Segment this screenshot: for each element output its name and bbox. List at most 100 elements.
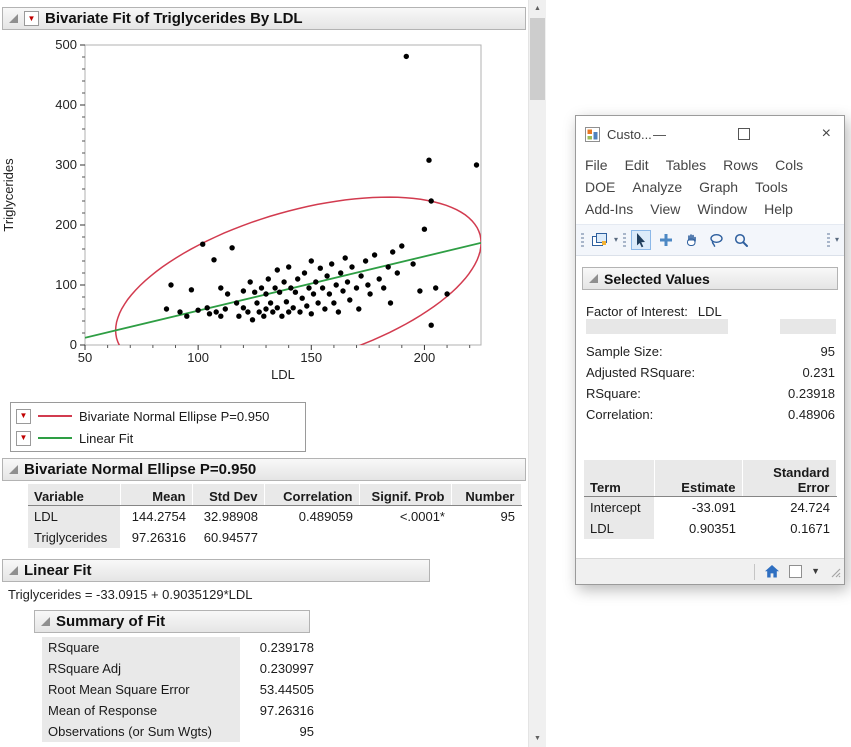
data-point[interactable]	[272, 285, 277, 290]
checkbox[interactable]	[789, 565, 802, 578]
window-title-bar[interactable]: Custo... — ×	[576, 116, 844, 152]
data-point[interactable]	[417, 288, 422, 293]
data-point[interactable]	[189, 287, 194, 292]
lasso-tool-icon[interactable]	[706, 230, 726, 250]
menu-item-analyze[interactable]: Analyze	[632, 176, 682, 198]
menu-item-graph[interactable]: Graph	[699, 176, 738, 198]
data-point[interactable]	[211, 257, 216, 262]
data-point[interactable]	[302, 270, 307, 275]
table-row[interactable]: Triglycerides 97.26316 60.94577	[28, 527, 521, 548]
home-icon[interactable]	[764, 564, 780, 579]
data-point[interactable]	[474, 162, 479, 167]
scroll-down-button[interactable]: ▼	[529, 730, 546, 747]
table-row[interactable]: LDL 144.2754 32.98908 0.489059 <.0001* 9…	[28, 506, 521, 528]
table-row[interactable]: RSquare Adj 0.230997	[42, 658, 320, 679]
hand-tool-icon[interactable]	[681, 230, 701, 250]
data-point[interactable]	[363, 258, 368, 263]
data-point[interactable]	[300, 296, 305, 301]
data-point[interactable]	[354, 285, 359, 290]
table-row[interactable]: LDL 0.90351 0.1671	[584, 518, 836, 539]
data-point[interactable]	[241, 288, 246, 293]
data-point[interactable]	[257, 309, 262, 314]
data-point[interactable]	[184, 314, 189, 319]
data-point[interactable]	[395, 270, 400, 275]
scrollbar-thumb[interactable]	[530, 18, 545, 100]
data-point[interactable]	[225, 291, 230, 296]
data-point[interactable]	[284, 299, 289, 304]
data-point[interactable]	[250, 317, 255, 322]
data-point[interactable]	[218, 285, 223, 290]
data-point[interactable]	[404, 54, 409, 59]
data-point[interactable]	[259, 285, 264, 290]
data-point[interactable]	[429, 198, 434, 203]
disclosure-icon[interactable]	[589, 274, 598, 283]
close-button[interactable]: ×	[822, 126, 831, 142]
data-point[interactable]	[275, 267, 280, 272]
table-row[interactable]: Observations (or Sum Wgts) 95	[42, 721, 320, 742]
data-point[interactable]	[322, 306, 327, 311]
selected-values-header[interactable]: Selected Values	[582, 267, 838, 290]
data-point[interactable]	[345, 279, 350, 284]
data-point[interactable]	[311, 291, 316, 296]
value-box[interactable]	[780, 319, 836, 334]
data-point[interactable]	[347, 297, 352, 302]
data-point[interactable]	[365, 282, 370, 287]
data-point[interactable]	[367, 291, 372, 296]
red-triangle-menu-button[interactable]: ▼	[16, 409, 31, 424]
minimize-button[interactable]: —	[653, 128, 666, 141]
resize-grip[interactable]	[829, 566, 841, 578]
data-point[interactable]	[195, 308, 200, 313]
zoom-tool-icon[interactable]	[731, 230, 751, 250]
data-point[interactable]	[340, 288, 345, 293]
data-point[interactable]	[288, 285, 293, 290]
data-point[interactable]	[200, 242, 205, 247]
data-point[interactable]	[254, 300, 259, 305]
data-point[interactable]	[315, 300, 320, 305]
data-point[interactable]	[164, 306, 169, 311]
data-point[interactable]	[245, 309, 250, 314]
data-point[interactable]	[388, 300, 393, 305]
data-point[interactable]	[349, 264, 354, 269]
menu-item-tables[interactable]: Tables	[666, 154, 706, 176]
data-point[interactable]	[313, 279, 318, 284]
scroll-up-button[interactable]: ▲	[529, 0, 546, 17]
data-point[interactable]	[358, 273, 363, 278]
menu-item-view[interactable]: View	[650, 198, 680, 220]
data-point[interactable]	[304, 303, 309, 308]
table-row[interactable]: Root Mean Square Error 53.44505	[42, 679, 320, 700]
data-point[interactable]	[205, 305, 210, 310]
data-point[interactable]	[329, 261, 334, 266]
data-point[interactable]	[291, 305, 296, 310]
table-row[interactable]: RSquare 0.239178	[42, 637, 320, 658]
data-point[interactable]	[268, 300, 273, 305]
data-point[interactable]	[444, 291, 449, 296]
data-point[interactable]	[270, 309, 275, 314]
chevron-down-icon[interactable]: ▾	[835, 236, 839, 244]
disclosure-icon[interactable]	[41, 617, 50, 626]
data-point[interactable]	[386, 264, 391, 269]
data-point[interactable]	[286, 264, 291, 269]
data-point[interactable]	[324, 273, 329, 278]
data-point[interactable]	[320, 285, 325, 290]
data-point[interactable]	[356, 306, 361, 311]
menu-item-edit[interactable]: Edit	[625, 154, 649, 176]
data-point[interactable]	[372, 252, 377, 257]
data-point[interactable]	[334, 282, 339, 287]
data-point[interactable]	[168, 282, 173, 287]
data-point[interactable]	[207, 311, 212, 316]
arrow-tool-icon[interactable]	[631, 230, 651, 250]
menu-item-help[interactable]: Help	[764, 198, 793, 220]
data-point[interactable]	[343, 255, 348, 260]
menu-item-window[interactable]: Window	[697, 198, 747, 220]
data-point[interactable]	[263, 306, 268, 311]
menu-item-rows[interactable]: Rows	[723, 154, 758, 176]
data-point[interactable]	[306, 285, 311, 290]
data-point[interactable]	[218, 314, 223, 319]
disclosure-icon[interactable]	[9, 566, 18, 575]
data-point[interactable]	[248, 279, 253, 284]
data-point[interactable]	[410, 261, 415, 266]
menu-item-doe[interactable]: DOE	[585, 176, 615, 198]
vertical-scrollbar[interactable]: ▲ ▼	[528, 0, 546, 747]
data-point[interactable]	[236, 314, 241, 319]
data-point[interactable]	[266, 276, 271, 281]
